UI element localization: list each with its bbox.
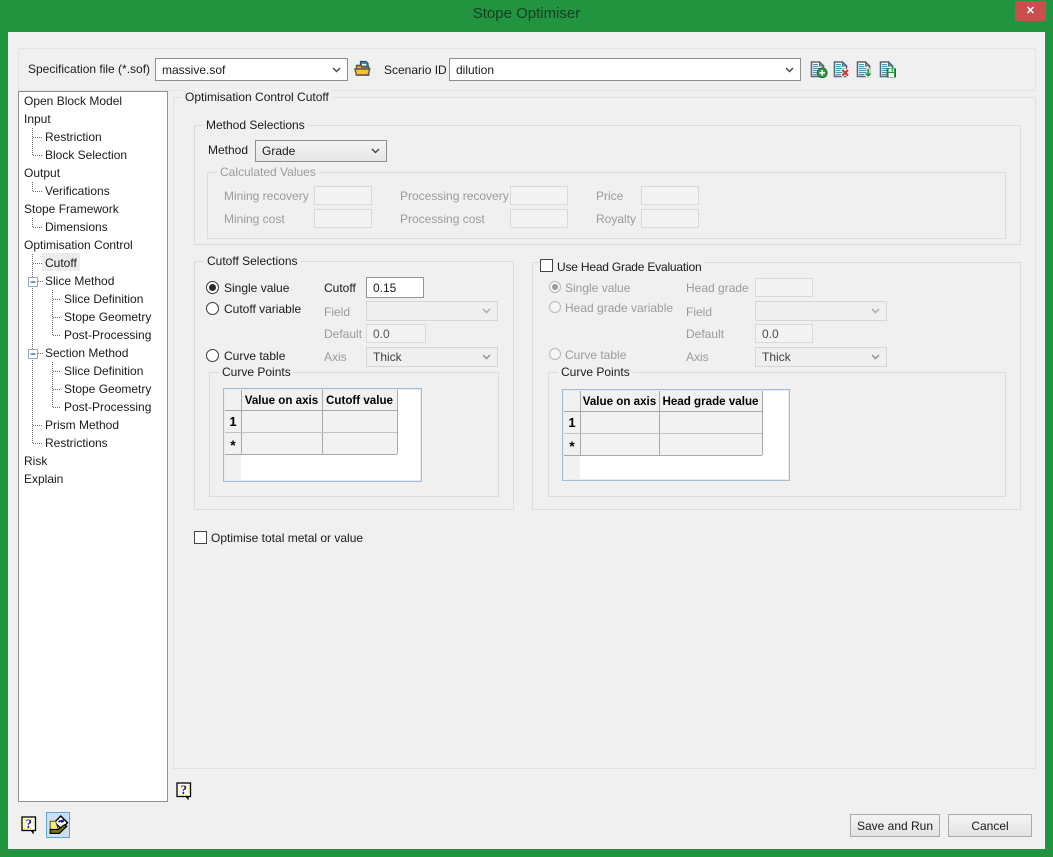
- svg-text:1: 1: [229, 414, 236, 429]
- svg-text:?: ?: [26, 816, 33, 831]
- svg-text:Value on axis: Value on axis: [245, 394, 318, 407]
- svg-text:*: *: [230, 437, 236, 453]
- svg-text:1: 1: [568, 415, 575, 430]
- svg-text:?: ?: [181, 782, 188, 797]
- svg-text:Cutoff value: Cutoff value: [326, 394, 394, 407]
- svg-text:*: *: [569, 438, 575, 454]
- svg-text:Head grade value: Head grade value: [662, 395, 759, 408]
- svg-text:Value on axis: Value on axis: [583, 395, 656, 408]
